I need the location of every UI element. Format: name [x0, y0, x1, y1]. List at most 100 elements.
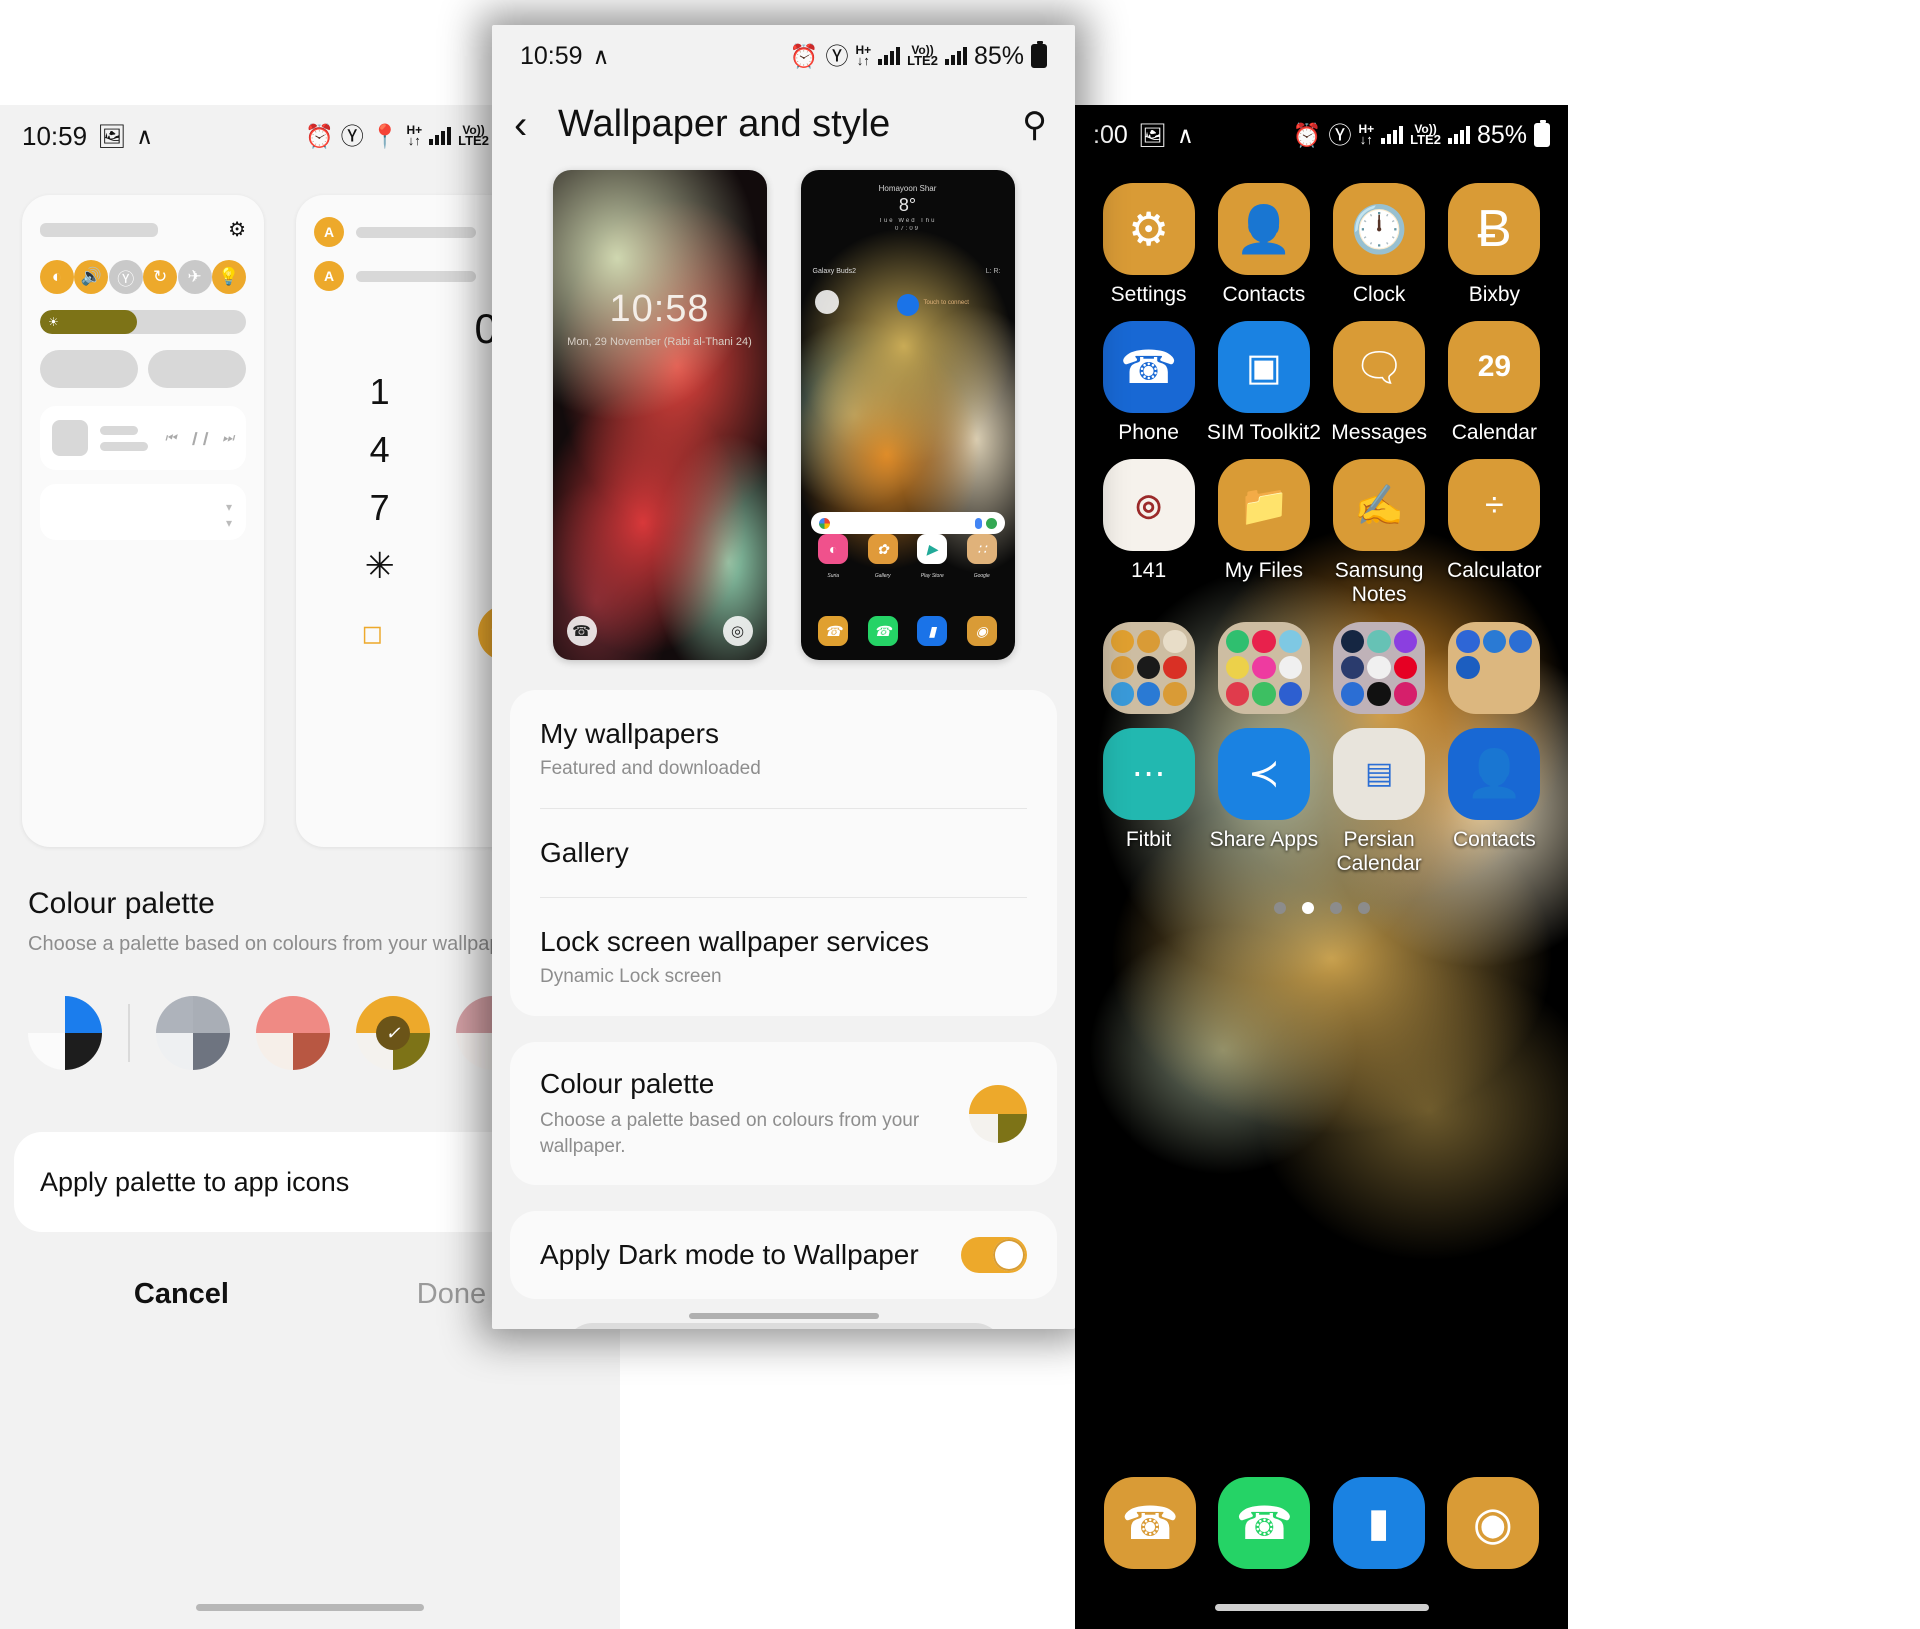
preview-app-row-1: ◐ Suria ✿ Gallery ▶ Play Store ∷ Google — [809, 534, 1007, 582]
weather-temp: 8° — [898, 195, 917, 215]
my-files-app-icon: 📁 — [1217, 459, 1310, 552]
app-label: Google — [973, 573, 990, 579]
page-dot[interactable] — [1329, 901, 1342, 914]
whatsapp-app-icon: ☎ — [867, 616, 898, 646]
done-button[interactable]: Done — [417, 1278, 486, 1311]
chevron-up-icon: ∧ — [1176, 121, 1194, 148]
app-samsung-notes[interactable]: ✍ Samsung Notes — [1322, 459, 1437, 607]
image-icon: 🖼 — [1137, 121, 1167, 148]
app-calendar[interactable]: 29 Calendar — [1437, 321, 1552, 445]
explore-more-wallpapers-button[interactable]: Explore more wallpapers — [563, 1323, 1004, 1329]
prev-icon: ⏮ — [164, 430, 177, 445]
camera-app-icon: ◉ — [966, 616, 997, 646]
buds-icon — [814, 290, 839, 314]
app-persian-calendar[interactable]: ▤ Persian Calendar — [1322, 727, 1437, 876]
search-icon[interactable]: ⚲ — [1022, 105, 1047, 145]
center-status-bar: 10:59 ∧ ⏰ Ⓨ H+ ↓↑ Vo)) LTE2 85% — [492, 25, 1075, 87]
lock-screen-preview[interactable]: 10:58 Mon, 29 November (Rabi al-Thani 24… — [552, 170, 767, 660]
battery-icon — [1534, 120, 1550, 147]
avatar: A — [314, 261, 344, 291]
flashlight-icon: 💡 — [211, 260, 246, 294]
app-label: Fitbit — [1125, 827, 1172, 851]
app-settings[interactable]: ⚙ Settings — [1091, 183, 1206, 307]
clock-app-icon: 🕛 — [1333, 183, 1426, 275]
app-contacts-2[interactable]: 👤 Contacts — [1437, 727, 1552, 876]
palette-swatch-coral[interactable] — [256, 996, 330, 1070]
app-label: Contacts — [1452, 827, 1536, 851]
alarm-icon: ⏰ — [789, 42, 819, 69]
status-time: 10:59 — [22, 120, 88, 151]
palette-swatch-amber-olive-selected[interactable]: ✓ — [356, 996, 430, 1070]
swatch-divider — [128, 1004, 130, 1062]
app-messages[interactable]: 🗨 Messages — [1322, 321, 1437, 445]
list-item-my-wallpapers[interactable]: My wallpapers Featured and downloaded — [540, 690, 1027, 809]
folder-office[interactable] — [1437, 621, 1552, 714]
app-label: Messages — [1331, 421, 1427, 445]
buds-widget-right: L: R: — [985, 268, 1001, 275]
app-fitbit[interactable]: ⋯ Fitbit — [1091, 727, 1206, 876]
data-hplus-icon: H+ ↓↑ — [406, 124, 422, 147]
home-screen-preview[interactable]: Homayoon Shar 8° Tue Wed Thu 07:09 Galax… — [800, 170, 1015, 660]
alarm-icon: ⏰ — [1292, 121, 1322, 148]
check-icon: ✓ — [376, 1016, 410, 1050]
palette-swatch-blue-black[interactable] — [28, 996, 102, 1070]
back-icon[interactable]: ‹ — [514, 105, 558, 145]
wallpaper-and-style-panel: 10:59 ∧ ⏰ Ⓨ H+ ↓↑ Vo)) LTE2 85% ‹ Wallpa… — [492, 25, 1075, 1329]
whatsapp-dock-icon[interactable]: ☎ — [1218, 1477, 1311, 1569]
signal-bars-icon-2 — [944, 47, 967, 65]
app-bar: ‹ Wallpaper and style ⚲ — [492, 87, 1075, 170]
folder-media[interactable] — [1322, 621, 1437, 714]
gallery-app-icon: ✿ — [867, 534, 898, 564]
folder-media-icon — [1333, 621, 1426, 714]
fitbit-app-icon: ⋯ — [1102, 727, 1195, 820]
colour-palette-card[interactable]: Colour palette Choose a palette based on… — [510, 1042, 1057, 1186]
app-phone[interactable]: ☎ Phone — [1091, 321, 1206, 445]
list-item-lock-screen-wallpaper-services[interactable]: Lock screen wallpaper services Dynamic L… — [540, 898, 1027, 1016]
volte-icon: Vo)) LTE2 — [458, 124, 489, 147]
sim-toolkit-app-icon: ▣ — [1217, 321, 1310, 414]
page-indicator — [1075, 901, 1568, 914]
qp-pill — [148, 350, 246, 388]
app-label: Calculator — [1447, 559, 1542, 583]
wallpaper-source-list: My wallpapers Featured and downloaded Ga… — [510, 690, 1057, 1016]
home-indicator — [1214, 1604, 1429, 1611]
camera-dock-icon[interactable]: ◉ — [1446, 1477, 1539, 1569]
palette-swatch-grey[interactable] — [156, 996, 230, 1070]
app-sim-toolkit2[interactable]: ▣ SIM Toolkit2 — [1206, 321, 1321, 445]
app-bixby[interactable]: Ƀ Bixby — [1437, 183, 1552, 307]
alarm-icon: ⏰ — [305, 122, 334, 149]
list-item-gallery[interactable]: Gallery — [540, 809, 1027, 898]
app-grid: ⚙ Settings 👤 Contacts 🕛 Clock Ƀ Bixby ☎ … — [1075, 165, 1568, 876]
qp-pill — [40, 350, 138, 388]
app-contacts[interactable]: 👤 Contacts — [1206, 183, 1321, 307]
page-dot-active[interactable] — [1301, 901, 1314, 914]
brightness-slider: ☀ — [40, 310, 246, 334]
apply-dark-mode-row[interactable]: Apply Dark mode to Wallpaper — [510, 1211, 1057, 1300]
app-141[interactable]: ◎ 141 — [1091, 459, 1206, 607]
phone-dock-icon[interactable]: ☎ — [1104, 1477, 1197, 1569]
phone-app-icon: ☎ — [818, 616, 849, 646]
buds-widget-label: Galaxy Buds2 — [812, 268, 857, 275]
pause-icon: ❙❙ — [188, 430, 211, 445]
wallpaper-preview-row: 10:58 Mon, 29 November (Rabi al-Thani 24… — [492, 170, 1075, 660]
folder-apps[interactable] — [1206, 621, 1321, 714]
app-clock[interactable]: 🕛 Clock — [1322, 183, 1437, 307]
folder-tools[interactable] — [1091, 621, 1206, 714]
app-share-apps[interactable]: ≺ Share Apps — [1206, 727, 1321, 876]
page-dot[interactable] — [1357, 901, 1370, 914]
page-dot[interactable] — [1273, 901, 1286, 914]
messages-dock-icon[interactable]: ▮ — [1332, 1477, 1425, 1569]
app-my-files[interactable]: 📁 My Files — [1206, 459, 1321, 607]
app-calculator[interactable]: ÷ Calculator — [1437, 459, 1552, 607]
weather-widget-preview: Homayoon Shar 8° Tue Wed Thu 07:09 — [801, 184, 1015, 232]
signal-bars-icon-2 — [1447, 126, 1470, 144]
video-call-icon: ◻ — [361, 617, 384, 648]
next-icon: ⏭ — [222, 430, 234, 445]
bluetooth-icon: Ⓨ — [825, 42, 849, 69]
screenshot-root: 10:59 🖼 ∧ ⏰ Ⓨ 📍 H+ ↓↑ Vo)) LTE2 85% — [0, 0, 1920, 1629]
app-label: Settings — [1110, 283, 1187, 306]
cancel-button[interactable]: Cancel — [134, 1278, 229, 1311]
home-screen-panel: :00 🖼 ∧ ⏰ Ⓨ H+ ↓↑ Vo)) LTE2 85% ⚙ Settin… — [1075, 105, 1568, 1629]
dark-mode-toggle[interactable] — [961, 1237, 1027, 1274]
card-subtitle: Choose a palette based on colours from y… — [540, 1110, 920, 1157]
